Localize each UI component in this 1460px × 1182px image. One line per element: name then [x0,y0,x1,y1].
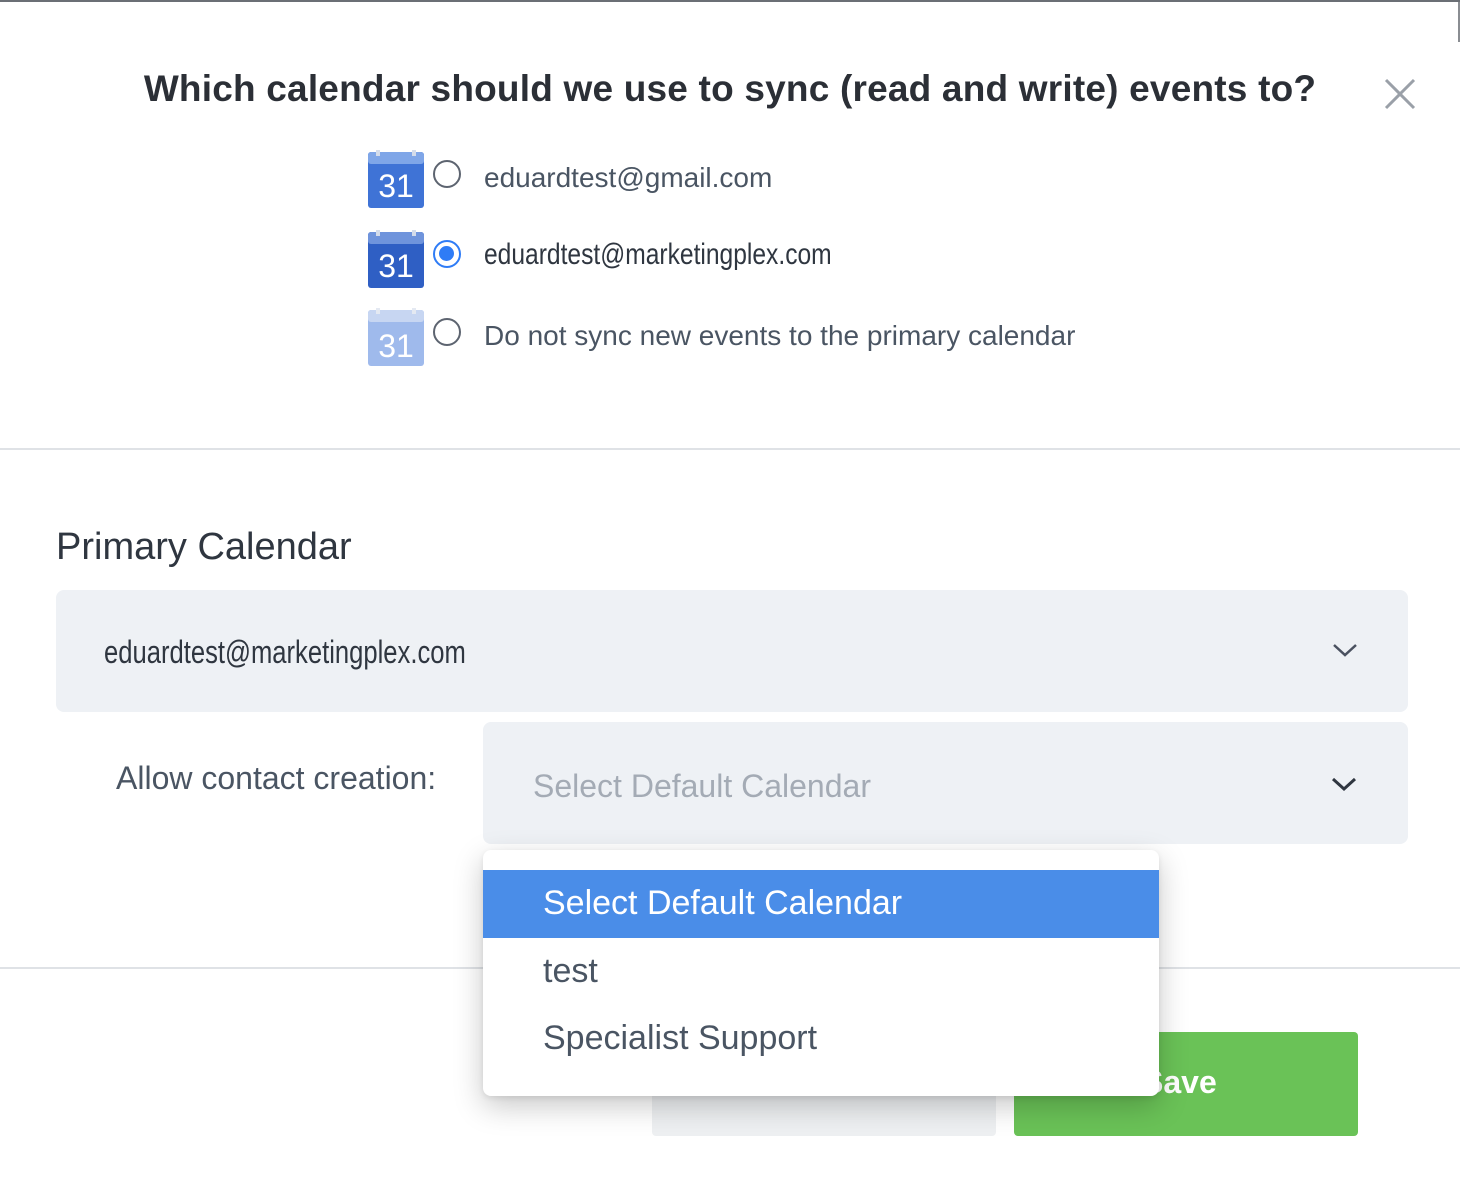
dropdown-option-label: Select Default Calendar [543,884,903,922]
radio-no-sync[interactable] [433,318,461,346]
primary-calendar-value: eduardtest@marketingplex.com [104,634,466,670]
calendar-icon-number: 31 [378,168,414,204]
primary-calendar-select[interactable]: eduardtest@marketingplex.com [56,590,1408,712]
google-calendar-icon: 31 [366,230,426,290]
dropdown-option-select-default[interactable]: Select Default Calendar [483,870,1159,938]
calendar-icon-number: 31 [378,248,414,284]
dialog-title: Which calendar should we use to sync (re… [143,68,1317,109]
primary-calendar-title: Primary Calendar [56,526,352,568]
chevron-down-icon [1330,640,1360,660]
sync-option-marketingplex[interactable]: 31 eduardtest@marketingplex.com [366,230,1266,292]
calendar-icon-number: 31 [378,328,414,364]
dropdown-option-label: Specialist Support [543,1019,818,1057]
dropdown-option-test[interactable]: test [483,938,1159,1006]
dropdown-option-label: test [543,952,598,990]
dropdown-option-specialist-support[interactable]: Specialist Support [483,1005,1159,1073]
section-divider [0,448,1460,450]
sync-option-gmail[interactable]: 31 eduardtest@gmail.com [366,150,1266,212]
sync-calendar-dialog: Which calendar should we use to sync (re… [0,0,1460,1182]
default-calendar-select[interactable]: Select Default Calendar [483,722,1408,844]
google-calendar-icon: 31 [366,308,426,368]
chevron-down-icon [1329,774,1359,794]
google-calendar-icon: 31 [366,150,426,210]
sync-option-label: eduardtest@marketingplex.com [484,238,832,271]
sync-option-none[interactable]: 31 Do not sync new events to the primary… [366,308,1266,370]
radio-marketingplex[interactable] [433,240,461,268]
close-icon[interactable] [1380,74,1420,114]
sync-option-label: Do not sync new events to the primary ca… [484,320,1076,351]
radio-gmail[interactable] [433,160,461,188]
default-calendar-placeholder: Select Default Calendar [533,768,871,804]
sync-option-label: eduardtest@gmail.com [484,162,773,193]
default-calendar-dropdown-menu: Select Default Calendar test Specialist … [483,850,1159,1096]
contact-creation-label: Allow contact creation: [116,760,437,796]
